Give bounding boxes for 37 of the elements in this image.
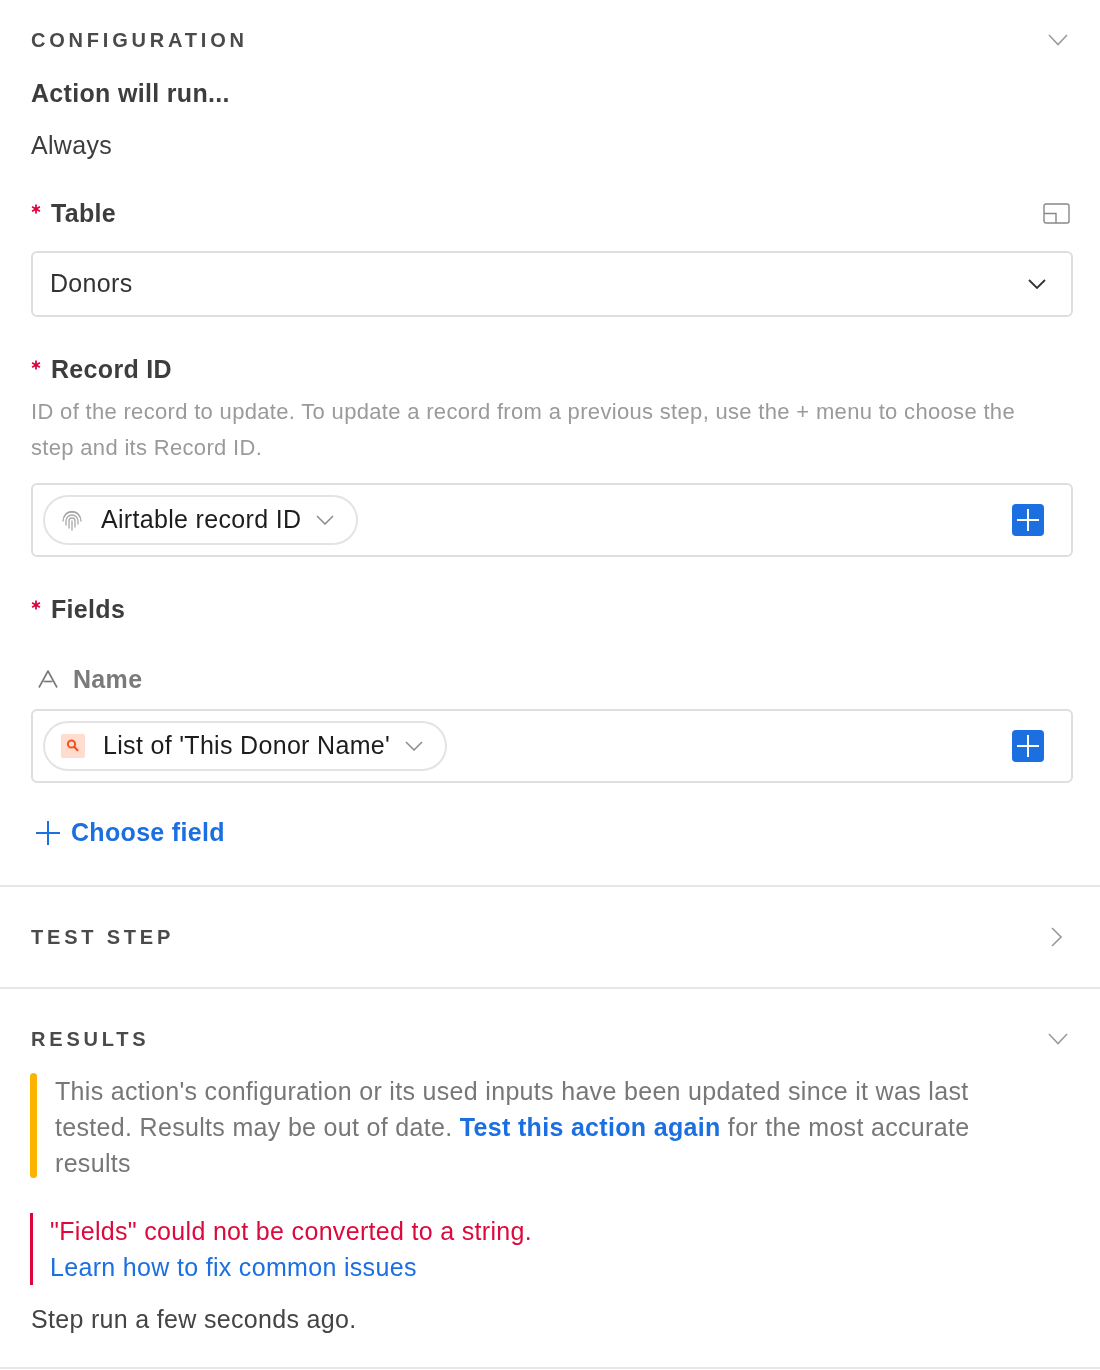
status-text: Step run a few seconds ago. [31,1304,358,1335]
chevron-down-icon [405,741,424,751]
token-dropdown[interactable]: List of 'This Donor Name' [43,721,448,771]
input-field[interactable]: List of 'This Donor Name' [31,709,1073,783]
fingerprint-icon [61,509,83,531]
add-button[interactable] [1012,730,1044,762]
error-bar [30,1213,33,1285]
warning-message: This action's configuration or its used inputs have been updated since it was last tested. Results may be out of date. Test this action again for the most accurate results [55,1076,971,1179]
field-label: Table [51,198,117,229]
field-label: Record ID [51,354,172,385]
add-button[interactable] [1012,504,1044,536]
chevron-down-icon[interactable] [1048,34,1068,46]
error-message: "Fields" could not be converted to a string. [50,1216,533,1247]
chevron-right-icon[interactable] [1051,927,1062,947]
window-icon[interactable] [1043,202,1070,224]
plus-icon [1017,735,1039,757]
table-select[interactable]: Donors [31,251,1073,317]
section-title: CONFIGURATION [31,28,248,53]
chevron-down-icon[interactable] [1048,1033,1068,1045]
plus-icon [36,821,60,845]
token-dropdown[interactable]: Airtable record ID [43,495,359,545]
condition-label: Action will run... [31,78,231,109]
section-title: TEST STEP [31,925,175,950]
help-text: ID of the record to update. To update a record from a previous step, use the + menu to choose the step and its Record ID. [31,398,1016,462]
test-action-link[interactable]: Test this action again [459,1113,721,1141]
section-title: RESULTS [31,1027,150,1052]
chevron-down-icon [316,515,335,525]
choose-field-button[interactable]: Choose field [36,815,225,851]
condition-value: Always [31,130,114,161]
help-link[interactable]: Learn how to fix common issues [50,1249,417,1285]
input-field[interactable]: Airtable record ID [31,483,1073,557]
search-icon [61,734,85,758]
chevron-down-icon [1028,279,1046,289]
field-name: Name [73,664,143,695]
field-label: Fields [51,594,126,625]
plus-icon [1017,509,1039,531]
letter-a-icon [38,670,58,688]
